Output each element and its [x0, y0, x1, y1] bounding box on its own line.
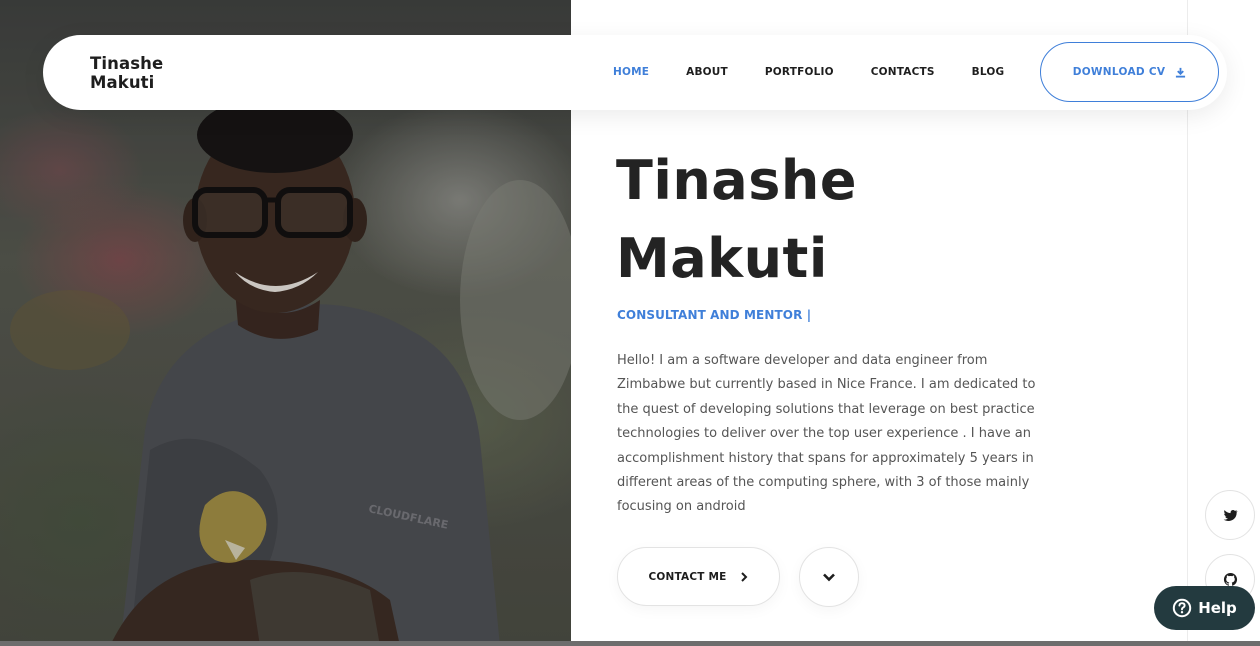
main-nav: HOME ABOUT PORTFOLIO CONTACTS BLOG — [613, 66, 1004, 78]
nav-contacts[interactable]: CONTACTS — [871, 66, 935, 78]
hero-first-name: Tinashe — [616, 149, 857, 212]
hero-last-name: Makuti — [616, 227, 828, 290]
chevron-right-icon — [740, 571, 747, 582]
download-cv-button[interactable]: DOWNLOAD CV — [1040, 42, 1219, 102]
twitter-link[interactable] — [1205, 490, 1255, 540]
download-cv-label: DOWNLOAD CV — [1072, 66, 1166, 78]
hero-name: Tinashe Makuti — [616, 142, 1036, 298]
brand-logo[interactable]: Tinashe Makuti — [90, 54, 200, 92]
contact-me-label: CONTACT ME — [648, 570, 727, 583]
help-button[interactable]: Help — [1154, 586, 1255, 630]
shirt-logo-text: CLOUDFLARE — [367, 502, 449, 532]
brand-line-last: Makuti — [90, 73, 155, 92]
contact-me-button[interactable]: CONTACT ME — [617, 547, 780, 606]
help-label: Help — [1198, 599, 1237, 617]
nav-about[interactable]: ABOUT — [686, 66, 728, 78]
nav-blog[interactable]: BLOG — [972, 66, 1005, 78]
download-icon — [1176, 67, 1186, 78]
bottom-scrollbar — [0, 641, 1260, 646]
nav-home[interactable]: HOME — [613, 66, 649, 78]
top-navbar: Tinashe Makuti HOME ABOUT PORTFOLIO CONT… — [43, 35, 1227, 110]
nav-portfolio[interactable]: PORTFOLIO — [765, 66, 834, 78]
chevron-down-icon — [823, 573, 835, 582]
hero-subtitle: CONSULTANT AND MENTOR | — [617, 308, 812, 322]
twitter-icon — [1223, 509, 1237, 521]
hero-bio: Hello! I am a software developer and dat… — [617, 353, 1036, 515]
help-circle-icon — [1172, 598, 1192, 618]
github-icon — [1223, 572, 1237, 586]
brand-line-first: Tinashe — [90, 54, 164, 73]
scroll-down-button[interactable] — [799, 547, 859, 607]
